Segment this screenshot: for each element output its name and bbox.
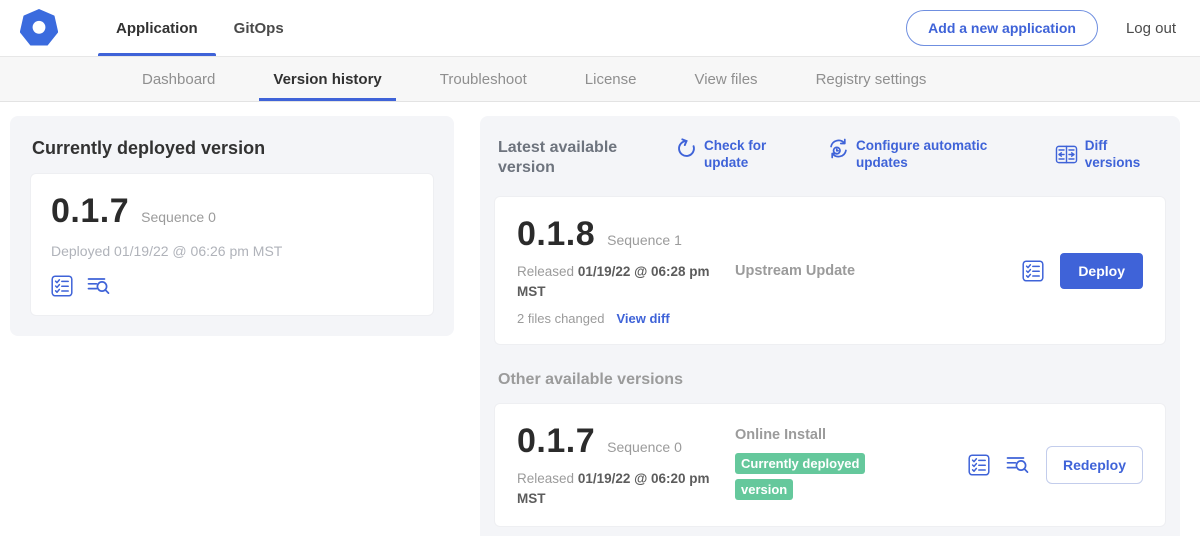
latest-released-timestamp: Released 01/19/22 @ 06:28 pm MST: [517, 262, 717, 301]
check-for-update-label: Check for update: [704, 138, 772, 172]
diff-versions-icon: [1055, 144, 1078, 165]
subnav-dashboard[interactable]: Dashboard: [128, 57, 229, 101]
view-logs-icon[interactable]: [87, 275, 111, 297]
tab-application-label: Application: [116, 20, 198, 37]
topnav-right: Add a new application Log out: [906, 10, 1176, 46]
currently-deployed-title: Currently deployed version: [32, 138, 434, 159]
deployed-version-card: 0.1.7 Sequence 0 Deployed 01/19/22 @ 06:…: [30, 173, 434, 316]
deployed-version-number: 0.1.7: [51, 192, 129, 231]
other-sequence: Sequence 0: [607, 439, 682, 455]
latest-version-card: 0.1.8 Sequence 1 Released 01/19/22 @ 06:…: [494, 196, 1166, 345]
tab-application[interactable]: Application: [98, 0, 216, 56]
configure-automatic-updates-label: Configure automatic updates: [856, 138, 999, 172]
redeploy-button[interactable]: Redeploy: [1046, 446, 1143, 484]
other-version-source: Online Install: [735, 427, 968, 443]
deploy-button[interactable]: Deploy: [1060, 253, 1143, 289]
main-content: Currently deployed version 0.1.7 Sequenc…: [0, 102, 1200, 536]
refresh-icon: [676, 138, 697, 159]
subnav-registry-settings[interactable]: Registry settings: [802, 57, 941, 101]
configure-automatic-updates-button[interactable]: Configure automatic updates: [828, 138, 999, 172]
topnav-tabs: Application GitOps: [98, 0, 302, 56]
latest-available-panel: Latest available version Check for updat…: [480, 116, 1180, 536]
latest-version-number: 0.1.8: [517, 215, 595, 254]
app-subnav: Dashboard Version history Troubleshoot L…: [0, 57, 1200, 102]
files-changed-label: 2 files changed: [517, 311, 604, 326]
currently-deployed-badge: Currently deployed version: [735, 453, 865, 500]
preflight-checks-icon[interactable]: [51, 275, 73, 297]
latest-sequence: Sequence 1: [607, 232, 682, 248]
latest-panel-actions: Check for update Configure automat: [676, 138, 1162, 172]
view-diff-link[interactable]: View diff: [616, 311, 669, 326]
latest-preflight-checks-icon[interactable]: [1022, 260, 1044, 282]
other-available-versions-title: Other available versions: [498, 371, 1162, 389]
subnav-troubleshoot[interactable]: Troubleshoot: [426, 57, 541, 101]
other-version-number: 0.1.7: [517, 422, 595, 461]
check-for-update-button[interactable]: Check for update: [676, 138, 772, 172]
tab-gitops-label: GitOps: [234, 20, 284, 37]
latest-available-title: Latest available version: [498, 138, 626, 178]
add-application-button[interactable]: Add a new application: [906, 10, 1098, 46]
auto-update-clock-icon: [828, 138, 849, 159]
currently-deployed-panel: Currently deployed version 0.1.7 Sequenc…: [10, 116, 454, 336]
latest-panel-header: Latest available version Check for updat…: [494, 138, 1166, 196]
app-logo-icon[interactable]: [20, 9, 58, 47]
diff-versions-label: Diff versions: [1085, 138, 1162, 172]
deployed-sequence: Sequence 0: [141, 209, 216, 225]
top-nav: Application GitOps Add a new application…: [0, 0, 1200, 57]
subnav-view-files[interactable]: View files: [680, 57, 771, 101]
logout-link[interactable]: Log out: [1126, 20, 1176, 37]
subnav-license[interactable]: License: [571, 57, 651, 101]
deployed-timestamp: Deployed 01/19/22 @ 06:26 pm MST: [51, 243, 413, 259]
other-version-card: 0.1.7 Sequence 0 Released 01/19/22 @ 06:…: [494, 403, 1166, 527]
other-view-logs-icon[interactable]: [1006, 454, 1030, 476]
other-preflight-checks-icon[interactable]: [968, 454, 990, 476]
other-released-timestamp: Released 01/19/22 @ 06:20 pm MST: [517, 469, 717, 508]
subnav-version-history[interactable]: Version history: [259, 57, 395, 101]
diff-versions-button[interactable]: Diff versions: [1055, 138, 1162, 172]
latest-version-source: Upstream Update: [735, 263, 855, 279]
tab-gitops[interactable]: GitOps: [216, 0, 302, 56]
